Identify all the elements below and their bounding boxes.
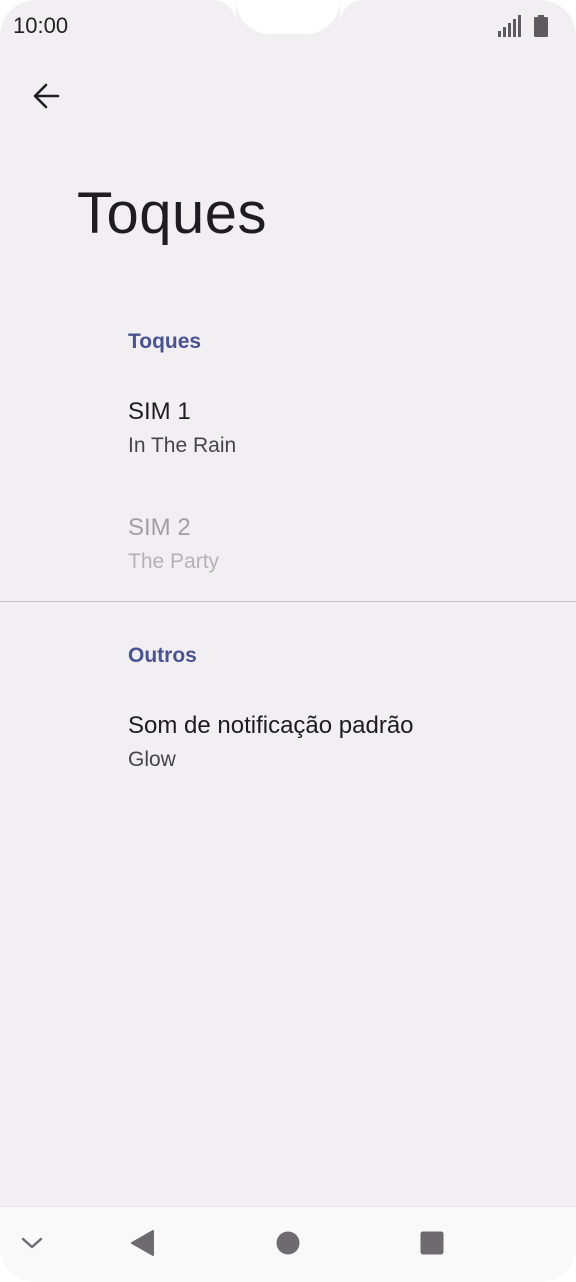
arrow-back-icon [32,82,60,115]
section-header-outros: Outros [128,644,197,667]
back-button[interactable] [24,76,68,120]
pref-item-sim2: SIM 2 The Party [0,496,576,596]
page-title: Toques [77,181,268,246]
navigation-bar [0,1206,576,1282]
chevron-down-icon [20,1231,44,1260]
pref-item-sim1[interactable]: SIM 1 In The Rain [0,380,576,480]
nav-home-button[interactable] [272,1229,304,1261]
section-divider [0,601,576,602]
pref-title: Som de notificação padrão [128,712,414,739]
settings-screen: 10:00 Toques Toques SIM 1 In The Rain SI… [0,0,576,1282]
home-circle-icon [275,1230,301,1261]
nav-hide-button[interactable] [16,1229,48,1261]
nav-back-button[interactable] [126,1229,158,1261]
battery-icon [534,15,548,42]
pref-item-default-notification-sound[interactable]: Som de notificação padrão Glow [0,694,576,794]
pref-summary: Glow [128,748,176,771]
pref-title: SIM 1 [128,398,191,425]
pref-summary: The Party [128,550,220,573]
pref-title: SIM 2 [128,514,191,541]
signal-icon [498,15,522,42]
back-triangle-icon [129,1229,155,1262]
camera-notch [214,0,362,34]
status-icons [498,15,548,42]
recents-square-icon [419,1230,445,1261]
status-time: 10:00 [13,13,69,38]
section-header-toques: Toques [128,330,202,353]
nav-recents-button[interactable] [416,1229,448,1261]
pref-summary: In The Rain [128,434,237,457]
